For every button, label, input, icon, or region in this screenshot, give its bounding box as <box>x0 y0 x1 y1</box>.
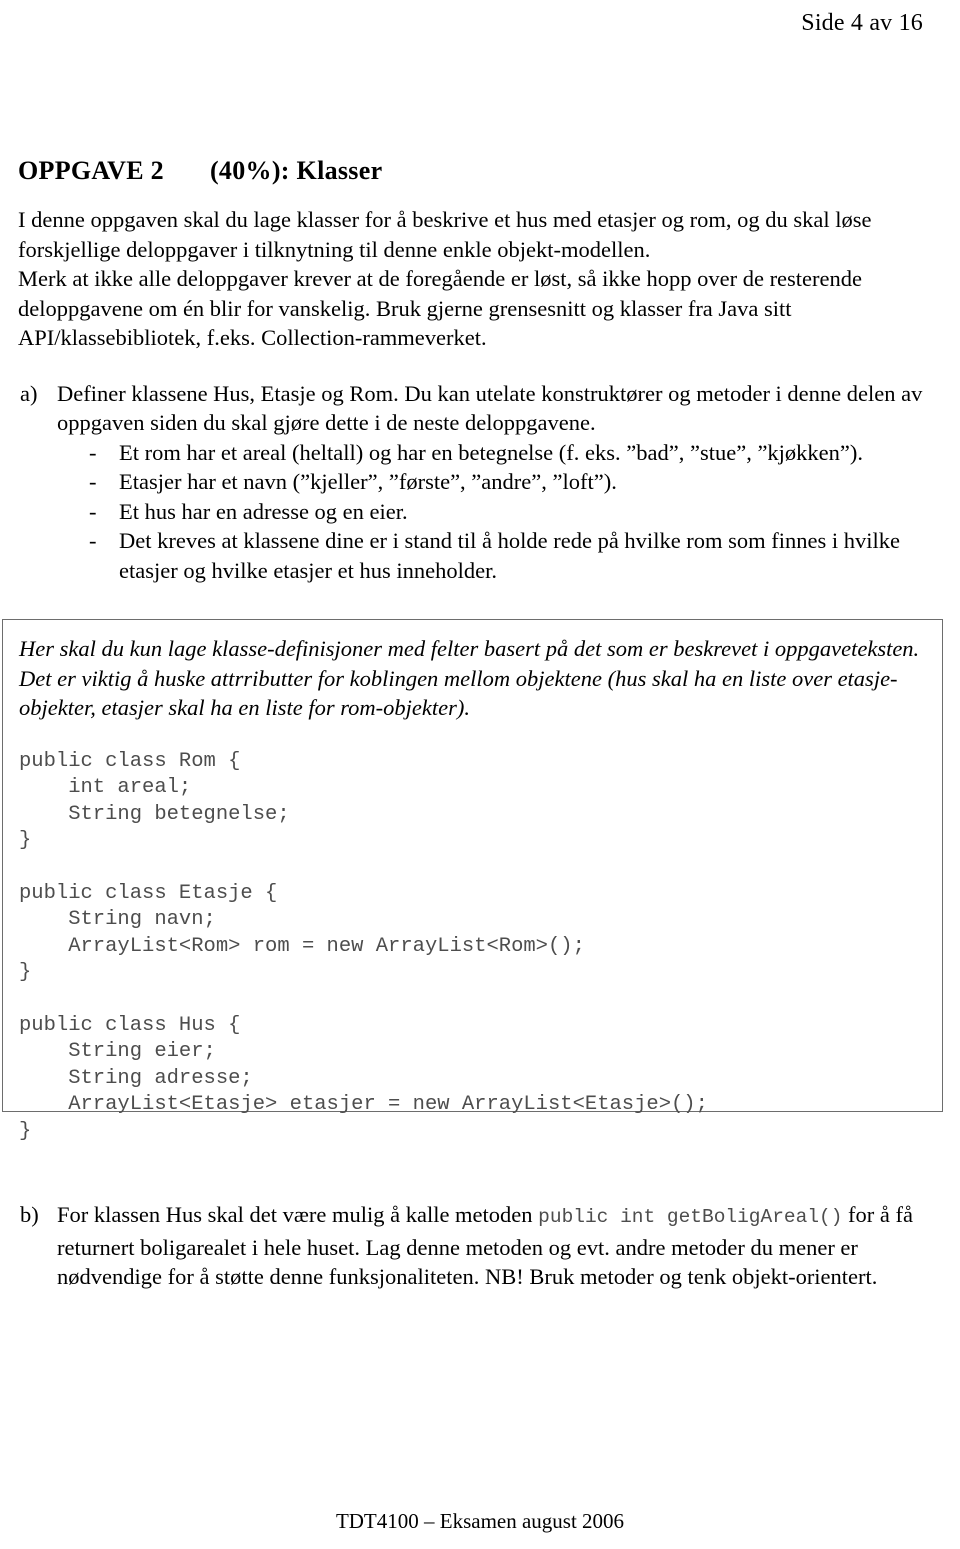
intro-paragraph-2: Merk at ikke alle deloppgaver krever at … <box>18 266 863 350</box>
page-title: OPPGAVE 2 (40%): Klasser <box>18 155 944 187</box>
note-box-inner: Her skal du kun lage klasse-definisjoner… <box>3 620 942 1145</box>
list-item: - Det kreves at klassene dine er i stand… <box>89 526 944 585</box>
code-block-hus: public class Hus { String eier; String a… <box>19 1013 708 1143</box>
item-marker-a: a) <box>20 380 38 406</box>
task-item-b: b) For klassen Hus skal det være mulig å… <box>18 1200 944 1292</box>
task-item-a: a) Definer klassene Hus, Etasje og Rom. … <box>18 379 944 586</box>
dash-bullet-icon: - <box>89 469 97 494</box>
list-item: - Etasjer har et navn (”kjeller”, ”først… <box>89 467 944 497</box>
task-title-part2: (40%): Klasser <box>209 156 383 185</box>
document-body-lower: b) For klassen Hus skal det være mulig å… <box>18 1200 944 1292</box>
code-block-etasje: public class Etasje { String navn; Array… <box>19 881 585 985</box>
bullet-text: Et rom har et areal (heltall) og har en … <box>119 439 864 465</box>
page-header: Side 4 av 16 <box>0 8 923 38</box>
item-text-a: Definer klassene Hus, Etasje og Rom. Du … <box>57 380 923 436</box>
intro-paragraph-1: I denne oppgaven skal du lage klasser fo… <box>18 207 872 262</box>
list-item: - Et rom har et areal (heltall) og har e… <box>89 438 944 468</box>
spacer-after-intro <box>18 353 944 379</box>
note-code-box: Her skal du kun lage klasse-definisjoner… <box>2 619 943 1143</box>
list-item: - Et hus har en adresse og en eier. <box>89 497 944 527</box>
note-italic-text: Her skal du kun lage klasse-definisjoner… <box>19 636 920 720</box>
bullet-text: Det kreves at klassene dine er i stand t… <box>119 528 901 583</box>
dash-bullet-icon: - <box>89 439 97 465</box>
document-page: Side 4 av 16 OPPGAVE 2 (40%): Klasser I d… <box>0 0 960 1549</box>
page-footer: TDT4100 – Eksamen august 2006 <box>0 1508 960 1534</box>
document-body: OPPGAVE 2 (40%): Klasser I denne oppgaven… <box>18 155 944 585</box>
item-marker-b: b) <box>20 1202 39 1227</box>
footer-label: TDT4100 – Eksamen august 2006 <box>335 1509 625 1533</box>
bullet-text: Etasjer har et navn (”kjeller”, ”første”… <box>119 469 617 494</box>
bullet-text: Et hus har en adresse og en eier. <box>119 498 408 524</box>
dash-bullet-icon: - <box>89 498 97 524</box>
item-text-b-before: For klassen Hus skal det være mulig å ka… <box>57 1202 539 1227</box>
task-title-part1: OPPGAVE 2 <box>18 156 164 185</box>
sub-bullet-list-a: - Et rom har et areal (heltall) og har e… <box>57 438 944 586</box>
page-number-label: Side 4 av 16 <box>801 10 923 36</box>
dash-bullet-icon: - <box>89 528 97 553</box>
inline-code-getboligareal: public int getBoligAreal() <box>538 1206 843 1228</box>
code-block-rom: public class Rom { int areal; String bet… <box>19 749 290 853</box>
